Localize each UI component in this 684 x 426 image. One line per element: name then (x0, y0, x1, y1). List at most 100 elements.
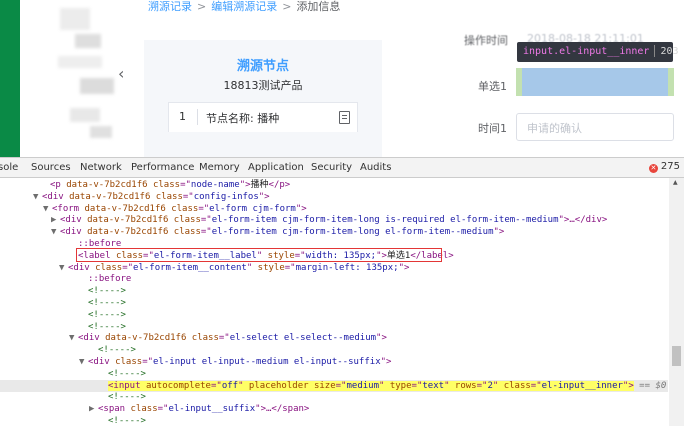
radio-field-label: 单选1 (478, 80, 507, 93)
dom-node[interactable]: ::before (0, 273, 668, 285)
tab-memory[interactable]: Memory (199, 162, 240, 173)
tab-security[interactable]: Security (311, 162, 352, 173)
tab-performance[interactable]: Performance (131, 162, 194, 173)
sidebar-strip (0, 0, 20, 157)
dom-node[interactable]: ▼ <div class="el-input el-input--medium e… (0, 356, 668, 368)
inspector-tooltip: input.el-input__inner 203 × 36 (517, 42, 684, 62)
expand-down-icon[interactable]: ▼ (33, 191, 42, 203)
dom-node-markup: ::before (88, 274, 132, 285)
dom-node-markup: <div data-v-7b2cd1f6 class="config-infos… (42, 191, 270, 202)
blurred-content (80, 78, 114, 94)
node-card-title: 溯源节点 (236, 59, 289, 74)
dom-node[interactable]: ▼ <div data-v-7b2cd1f6 class="el-form-ite… (0, 226, 668, 238)
tooltip-divider (654, 45, 656, 57)
error-count: 275 (660, 161, 680, 172)
dom-node-markup: <div data-v-7b2cd1f6 class="el-select el… (78, 333, 387, 344)
error-icon: ✕ (648, 164, 658, 173)
dom-node-markup: <form data-v-7b2cd1f6 class="el-form cjm… (52, 203, 307, 214)
document-icon[interactable] (339, 111, 350, 124)
breadcrumb-separator: > (197, 0, 207, 13)
dom-node-markup: <!----> (88, 321, 126, 332)
trace-node-card: 溯源节点 18813测试产品 1 节点名称: 播种 (144, 40, 382, 157)
blurred-content (75, 34, 101, 48)
node-item-name: 节点名称: 播种 (206, 112, 280, 125)
blurred-content (58, 56, 102, 68)
selected-node-marker: == $0 (633, 380, 667, 391)
dom-node[interactable]: ▼ <div class="el-form-item__content" styl… (0, 262, 668, 274)
breadcrumb-current: 添加信息 (296, 0, 341, 13)
dom-node-markup: <!----> (108, 368, 146, 379)
scroll-up-arrow-icon[interactable]: ▲ (673, 179, 678, 186)
dom-node-selected[interactable]: <input autocomplete="off" placeholder si… (0, 379, 668, 392)
dom-node[interactable]: <!----> (0, 344, 668, 356)
node-card-product: 18813测试产品 (223, 79, 303, 92)
time-input-placeholder: 申请的确认 (527, 122, 582, 135)
dom-node[interactable]: <p data-v-7b2cd1f6 class="node-name">播种<… (0, 179, 668, 191)
dom-node-markup: <p data-v-7b2cd1f6 class="node-name">播种<… (50, 180, 291, 190)
dom-node[interactable]: <!----> (0, 368, 668, 380)
dom-node[interactable]: <!----> (0, 415, 668, 426)
dom-node-markup: <div data-v-7b2cd1f6 class="el-form-item… (60, 215, 608, 226)
inspected-input-highlight[interactable] (516, 68, 674, 96)
expand-down-icon[interactable]: ▼ (43, 203, 52, 215)
dom-node-markup: <!----> (88, 286, 126, 297)
dom-node[interactable]: ▼ <form data-v-7b2cd1f6 class="el-form cj… (0, 203, 668, 215)
dom-tree: <p data-v-7b2cd1f6 class="node-name">播种<… (0, 179, 668, 426)
breadcrumb: 溯源记录 > 编辑溯源记录 > 添加信息 (148, 0, 340, 16)
expand-right-icon[interactable]: ▶ (51, 214, 60, 226)
dom-node[interactable]: ▶ <span class="el-input__suffix">…</span> (0, 403, 668, 415)
app-viewport: ‹ 溯源记录 > 编辑溯源记录 > 添加信息 溯源节点 18813测试产品 1 节点名称… (0, 0, 684, 157)
operation-time-label: 操作时间 (464, 34, 508, 47)
scrollbar-track[interactable] (669, 178, 684, 426)
blurred-content (60, 8, 90, 30)
tooltip-class: .el-input__inner (553, 46, 650, 57)
dom-node-markup: <div data-v-7b2cd1f6 class="el-form-item… (60, 227, 505, 238)
expand-down-icon[interactable]: ▼ (69, 332, 78, 344)
dom-node-markup: <span class="el-input__suffix">…</span> (98, 404, 310, 415)
dom-node-markup: <!----> (108, 392, 146, 403)
devtools-tab-bar: sole Sources Network Performance Memory … (0, 158, 684, 178)
dom-node[interactable]: ▼ <div data-v-7b2cd1f6 class="el-select e… (0, 332, 668, 344)
dom-node-markup: <!----> (98, 345, 136, 356)
expand-down-icon[interactable]: ▼ (79, 356, 88, 368)
breadcrumb-link-edit[interactable]: 编辑溯源记录 (211, 0, 277, 13)
tab-network[interactable]: Network (80, 162, 122, 173)
devtools-panel: sole Sources Network Performance Memory … (0, 157, 684, 426)
tab-console[interactable]: sole (0, 162, 18, 173)
dom-node[interactable]: <!----> (0, 297, 668, 309)
breadcrumb-separator: > (282, 0, 292, 13)
tooltip-dimensions: 203 × 36 (660, 46, 684, 57)
scrollbar-thumb[interactable] (672, 346, 681, 366)
label-highlight-box (76, 248, 442, 262)
dom-node-markup: <!----> (108, 416, 146, 426)
chevron-left-icon[interactable]: ‹ (118, 64, 124, 83)
dom-node-markup: <!----> (88, 309, 126, 320)
config-form: 操作时间 2018-08-18 21:11:01 单选1 input.el-in… (392, 32, 684, 157)
node-list-item[interactable]: 1 节点名称: 播种 (168, 102, 358, 132)
dom-node-markup: <!----> (88, 298, 126, 308)
dom-node[interactable]: <!----> (0, 321, 668, 333)
dom-node[interactable]: <!----> (0, 285, 668, 297)
dom-node-markup: <div class="el-form-item__content" style… (68, 262, 410, 273)
tab-sources[interactable]: Sources (31, 162, 71, 173)
breadcrumb-link-records[interactable]: 溯源记录 (148, 0, 192, 13)
expand-right-icon[interactable]: ▶ (89, 403, 98, 415)
dom-node[interactable]: <!----> (0, 309, 668, 321)
time-input[interactable]: 申请的确认 (516, 113, 674, 141)
expand-down-icon[interactable]: ▼ (51, 226, 60, 238)
inspected-input-content[interactable] (522, 68, 668, 96)
divider (197, 109, 198, 125)
tooltip-tag: input (523, 46, 554, 57)
dom-node[interactable]: ▼ <div data-v-7b2cd1f6 class="config-info… (0, 191, 668, 203)
node-item-index: 1 (179, 110, 186, 123)
dom-node[interactable]: ▶ <div data-v-7b2cd1f6 class="el-form-ite… (0, 214, 668, 226)
dom-node[interactable]: <!----> (0, 391, 668, 403)
tab-application[interactable]: Application (248, 162, 304, 173)
dom-node-markup: <input autocomplete="off" placeholder si… (108, 380, 634, 391)
blurred-content (70, 108, 100, 122)
error-counter[interactable]: ✕ 275 (648, 161, 680, 173)
time-field-label: 时间1 (478, 122, 507, 135)
dom-node-markup: <div class="el-input el-input--medium el… (88, 357, 392, 367)
tab-audits[interactable]: Audits (360, 162, 391, 173)
expand-down-icon[interactable]: ▼ (59, 262, 68, 274)
